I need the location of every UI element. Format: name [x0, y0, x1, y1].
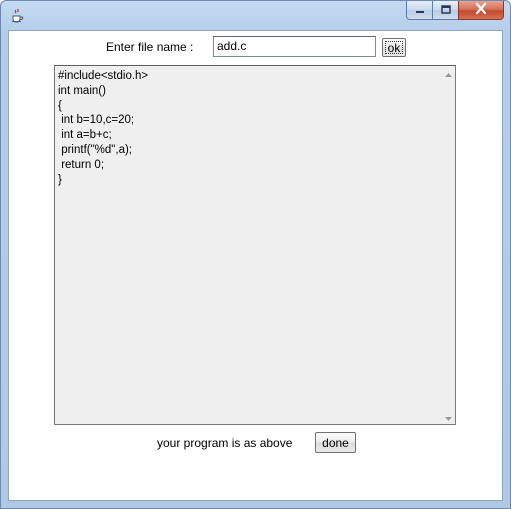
window-controls — [406, 1, 504, 20]
app-window: Enter file name : add.c ok #include<stdi… — [0, 0, 511, 509]
maximize-button[interactable] — [432, 1, 458, 20]
code-line: int a=b+c; — [58, 129, 112, 142]
code-line: #include<stdio.h> — [58, 70, 149, 82]
title-bar[interactable] — [1, 1, 510, 29]
done-button-label: done — [322, 435, 349, 450]
code-line: printf("%d",a); — [58, 143, 132, 156]
code-line: int b=10,c=20; — [58, 114, 135, 127]
vertical-scrollbar[interactable] — [441, 66, 455, 424]
java-cup-icon — [9, 7, 25, 23]
filename-input[interactable]: add.c — [213, 36, 376, 57]
code-text-area[interactable]: #include<stdio.h> int main() { int b=10,… — [54, 65, 456, 425]
scroll-up-button[interactable] — [441, 66, 455, 80]
close-icon — [475, 1, 487, 19]
code-line: return 0; — [58, 158, 105, 171]
code-line: { — [58, 99, 62, 112]
code-line: int main() — [58, 84, 106, 97]
ok-button-label: ok — [387, 40, 401, 55]
scroll-up-arrow-icon — [444, 64, 452, 82]
content-panel: Enter file name : add.c ok #include<stdi… — [8, 30, 503, 501]
close-button[interactable] — [458, 1, 504, 20]
filename-label: Enter file name : — [106, 40, 194, 54]
ok-button[interactable]: ok — [382, 38, 406, 57]
code-content[interactable]: #include<stdio.h> int main() { int b=10,… — [56, 67, 441, 423]
maximize-icon — [440, 1, 451, 19]
minimize-button[interactable] — [406, 1, 432, 20]
minimize-icon — [415, 1, 425, 19]
scroll-down-button[interactable] — [441, 410, 455, 424]
done-button[interactable]: done — [315, 432, 356, 453]
code-line: } — [58, 173, 62, 186]
scroll-down-arrow-icon — [444, 408, 452, 426]
status-text: your program is as above — [157, 436, 293, 450]
